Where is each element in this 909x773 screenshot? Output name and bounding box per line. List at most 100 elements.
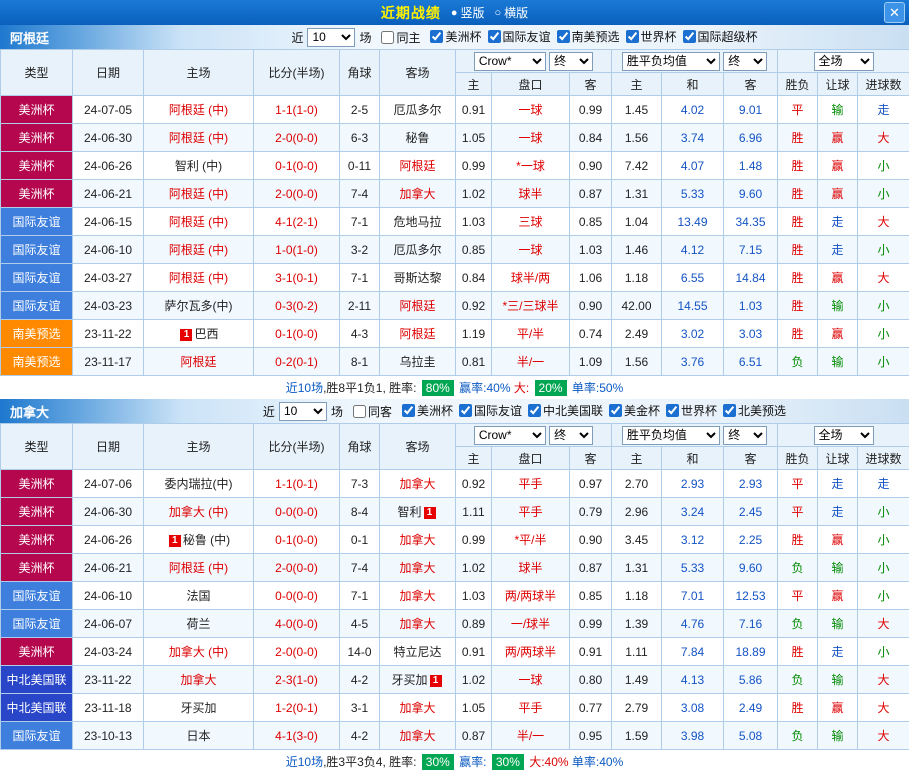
corner-cell: 7-1	[340, 582, 380, 610]
close-button[interactable]: ✕	[884, 2, 905, 23]
competition-filter[interactable]: 国际友谊	[488, 28, 551, 45]
same-venue-checkbox[interactable]	[381, 31, 394, 44]
type-column-header: 类型	[1, 424, 73, 470]
away-odds-cell: 1.09	[570, 348, 612, 376]
date-cell: 24-06-07	[73, 610, 144, 638]
wdl-result-cell: 负	[778, 554, 818, 582]
competition-checkbox[interactable]	[402, 404, 415, 417]
draw-odds-cell: 14.55	[662, 292, 724, 320]
competition-filter[interactable]: 国际友谊	[459, 402, 522, 419]
home-column-header: 主场	[144, 50, 254, 96]
fulltime-select[interactable]: 全场	[814, 426, 874, 445]
competition-checkbox[interactable]	[430, 30, 443, 43]
lose-odds-cell: 9.01	[724, 96, 778, 124]
wdl-result-cell: 负	[778, 610, 818, 638]
date-cell: 23-11-18	[73, 694, 144, 722]
type-column-header: 类型	[1, 50, 73, 96]
fulltime-select[interactable]: 全场	[814, 52, 874, 71]
lose-odds-cell: 9.60	[724, 180, 778, 208]
team-name: 加拿大	[180, 673, 216, 687]
recent-count-select[interactable]: 10	[307, 28, 355, 47]
competition-filter[interactable]: 美洲杯	[430, 28, 481, 45]
draw-odds-cell: 3.76	[662, 348, 724, 376]
odds-company-select[interactable]: Crow*	[474, 52, 546, 71]
team-name: 哥斯达黎	[393, 271, 441, 285]
match-rows: 美洲杯24-07-06委内瑞拉(中)1-1(0-1)7-3加拿大0.92平手0.…	[1, 470, 909, 750]
away-team-cell: 乌拉圭	[380, 348, 456, 376]
odds-stage-select[interactable]: 终	[549, 52, 593, 71]
competition-filter[interactable]: 世界杯	[626, 28, 677, 45]
home-odds-cell: 1.02	[456, 554, 492, 582]
same-venue-filter[interactable]: 同客	[353, 403, 392, 420]
competition-checkbox[interactable]	[683, 30, 696, 43]
match-row: 美洲杯24-06-30阿根廷 (中)2-0(0-0)6-3秘鲁1.05一球0.8…	[1, 124, 909, 152]
away-odds-cell: 0.99	[570, 610, 612, 638]
home-team-cell: 牙买加	[144, 694, 254, 722]
odds-stage-select[interactable]: 终	[549, 426, 593, 445]
goals-result-cell: 小	[858, 180, 909, 208]
competition-filter[interactable]: 世界杯	[666, 402, 717, 419]
match-row: 美洲杯24-06-21阿根廷 (中)2-0(0-0)7-4加拿大1.02球半0.…	[1, 180, 909, 208]
date-cell: 24-03-23	[73, 292, 144, 320]
draw-odds-cell: 13.49	[662, 208, 724, 236]
competition-filter[interactable]: 中北美国联	[528, 402, 603, 419]
competition-checkbox[interactable]	[626, 30, 639, 43]
win-odds-cell: 7.42	[612, 152, 662, 180]
odds-company-select[interactable]: Crow*	[474, 426, 546, 445]
date-cell: 24-06-26	[73, 526, 144, 554]
home-odds-cell: 0.87	[456, 722, 492, 750]
lose-odds-cell: 12.53	[724, 582, 778, 610]
wdl-stage-select[interactable]: 终	[723, 426, 767, 445]
team-name: 加拿大	[399, 561, 435, 575]
same-venue-filter[interactable]: 同主	[381, 29, 420, 46]
home-team-cell: 阿根廷 (中)	[144, 236, 254, 264]
recent-count-select[interactable]: 10	[279, 402, 327, 421]
competition-filter[interactable]: 美洲杯	[402, 402, 453, 419]
layout-vertical-option[interactable]: ● 竖版	[451, 4, 485, 21]
competition-checkbox[interactable]	[557, 30, 570, 43]
wdl-result-cell: 平	[778, 96, 818, 124]
date-cell: 24-06-30	[73, 498, 144, 526]
competition-checkbox[interactable]	[488, 30, 501, 43]
wdl-average-select[interactable]: 胜平负均值	[622, 52, 720, 71]
summary-segment: 30%	[422, 754, 454, 770]
win-odds-cell: 2.96	[612, 498, 662, 526]
red-card-icon: 1	[424, 507, 436, 519]
home-odds-cell: 1.19	[456, 320, 492, 348]
layout-horizontal-option[interactable]: ○ 横版	[495, 4, 529, 21]
home-team-cell: 阿根廷 (中)	[144, 180, 254, 208]
goals-result-cell: 小	[858, 292, 909, 320]
score-cell: 3-1(0-1)	[254, 264, 340, 292]
competition-checkbox[interactable]	[723, 404, 736, 417]
subheader-handicap-result: 让球	[818, 73, 858, 96]
win-odds-cell: 42.00	[612, 292, 662, 320]
wdl-average-select[interactable]: 胜平负均值	[622, 426, 720, 445]
corner-cell: 6-3	[340, 124, 380, 152]
date-cell: 24-06-26	[73, 152, 144, 180]
goals-result-cell: 大	[858, 264, 909, 292]
competition-filter[interactable]: 北美预选	[723, 402, 786, 419]
home-odds-cell: 0.89	[456, 610, 492, 638]
away-team-cell: 秘鲁	[380, 124, 456, 152]
wdl-stage-select[interactable]: 终	[723, 52, 767, 71]
competition-filter[interactable]: 国际超级杯	[683, 28, 758, 45]
win-odds-cell: 1.18	[612, 264, 662, 292]
home-odds-cell: 0.91	[456, 638, 492, 666]
competition-checkbox[interactable]	[609, 404, 622, 417]
competition-checkbox[interactable]	[459, 404, 472, 417]
competition-checkbox[interactable]	[528, 404, 541, 417]
competition-filter[interactable]: 美金杯	[609, 402, 660, 419]
corner-cell: 14-0	[340, 638, 380, 666]
team-name: 加拿大 (中)	[169, 645, 228, 659]
goals-result-cell: 大	[858, 666, 909, 694]
page-title: 近期战绩	[381, 3, 441, 23]
team-name: 秘鲁 (中)	[183, 533, 230, 547]
competition-checkbox[interactable]	[666, 404, 679, 417]
same-venue-checkbox[interactable]	[353, 405, 366, 418]
goals-result-cell: 小	[858, 582, 909, 610]
competition-filter[interactable]: 南美预选	[557, 28, 620, 45]
competition-cell: 国际友谊	[1, 208, 73, 236]
lose-odds-cell: 3.03	[724, 320, 778, 348]
competition-cell: 美洲杯	[1, 498, 73, 526]
subheader-goals-result: 进球数	[858, 447, 909, 470]
